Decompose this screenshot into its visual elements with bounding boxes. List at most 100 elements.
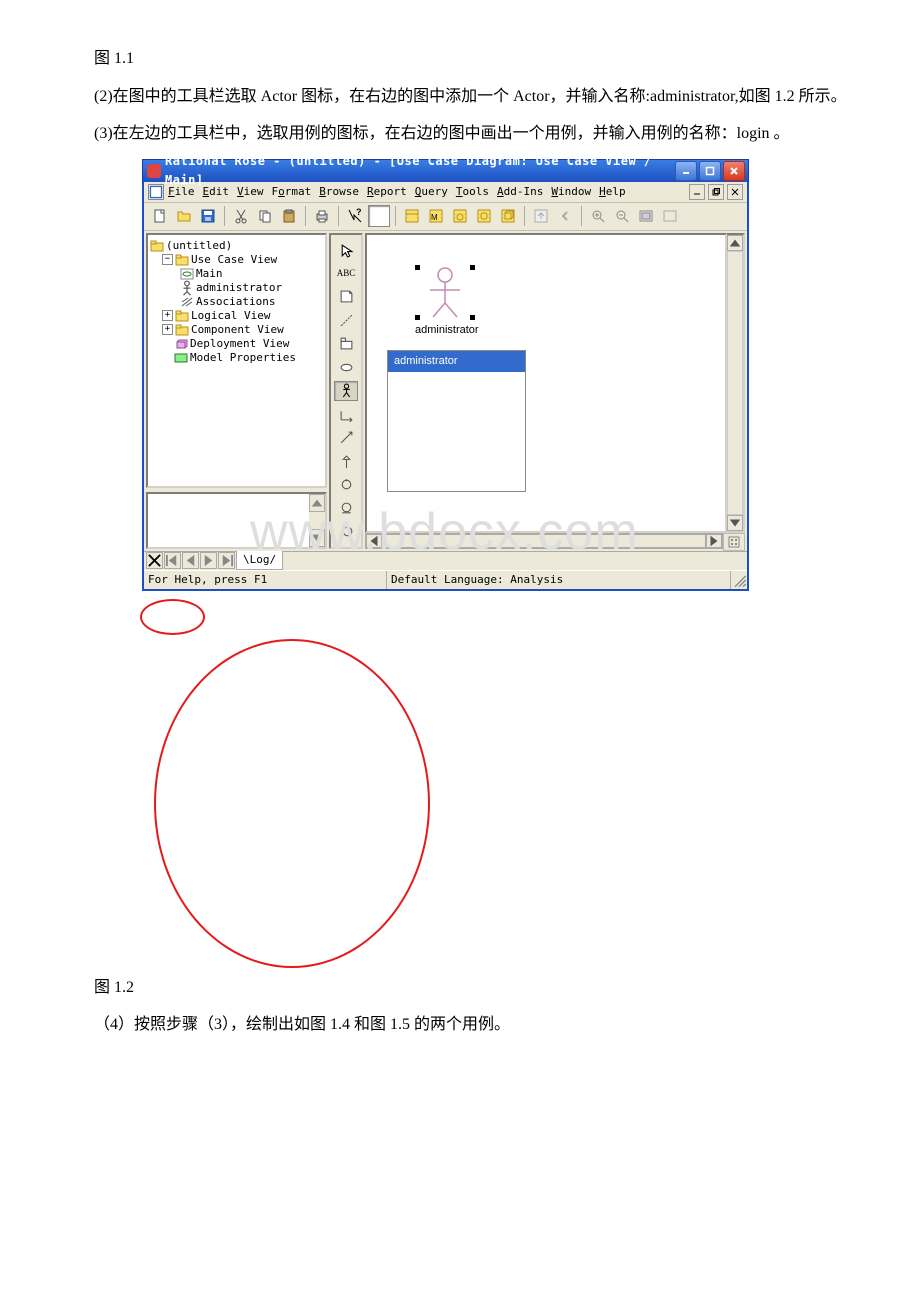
save-icon[interactable] bbox=[197, 205, 219, 227]
red-ellipse-small bbox=[140, 599, 205, 635]
control-tool-icon[interactable] bbox=[334, 521, 358, 541]
tree-use-case-view[interactable]: − Use Case View bbox=[150, 253, 323, 267]
red-ellipse-big bbox=[154, 639, 430, 968]
main-area: (untitled) − Use Case View Main administ… bbox=[144, 231, 747, 551]
undo-fit-icon[interactable] bbox=[659, 205, 681, 227]
menu-file[interactable]: File bbox=[168, 183, 195, 201]
circle-tool-icon[interactable] bbox=[334, 474, 358, 494]
fit-window-icon[interactable] bbox=[635, 205, 657, 227]
browse-interaction-icon[interactable]: M bbox=[425, 205, 447, 227]
doc-icon bbox=[148, 184, 164, 200]
window-body: File Edit View Format Browse Report Quer… bbox=[142, 182, 749, 591]
tree-deployment-view[interactable]: Deployment View bbox=[150, 337, 323, 351]
paragraph-step-2: (2)在图中的工具栏选取 Actor 图标，在右边的图中添加一个 Actor，并… bbox=[62, 84, 858, 110]
log-first-icon[interactable] bbox=[164, 552, 181, 569]
window-titlebar[interactable]: Rational Rose - (untitled) - [Use Case D… bbox=[142, 159, 749, 182]
print-icon[interactable] bbox=[311, 205, 333, 227]
menu-addins[interactable]: Add-Ins bbox=[497, 183, 543, 201]
log-next-icon[interactable] bbox=[200, 552, 217, 569]
maximize-button[interactable] bbox=[699, 161, 721, 181]
scroll-up-icon[interactable] bbox=[727, 235, 743, 251]
browse-prev-icon[interactable] bbox=[554, 205, 576, 227]
menu-window[interactable]: Window bbox=[551, 183, 591, 201]
log-tab[interactable]: \Log/ bbox=[236, 551, 283, 570]
browse-component-icon[interactable] bbox=[449, 205, 471, 227]
dependency-tool-icon[interactable] bbox=[334, 428, 358, 448]
resize-grip-icon[interactable] bbox=[731, 572, 747, 588]
zoom-in-icon[interactable] bbox=[587, 205, 609, 227]
diagram-canvas[interactable]: administrator administrator bbox=[365, 233, 727, 533]
annotation-area: www.bdocx.com bbox=[140, 599, 750, 969]
selection-box[interactable]: administrator bbox=[387, 350, 526, 492]
browse-deploy-icon[interactable] bbox=[497, 205, 519, 227]
menu-view[interactable]: View bbox=[237, 183, 264, 201]
copy-icon[interactable] bbox=[254, 205, 276, 227]
menu-query[interactable]: Query bbox=[415, 183, 448, 201]
log-last-icon[interactable] bbox=[218, 552, 235, 569]
anchor-tool-icon[interactable] bbox=[334, 310, 358, 330]
browse-class-icon[interactable] bbox=[401, 205, 423, 227]
doc-restore[interactable] bbox=[708, 184, 724, 200]
diagram-toolbox: ABC bbox=[329, 233, 363, 549]
tree-logical-view[interactable]: + Logical View bbox=[150, 309, 323, 323]
doc-minimize[interactable] bbox=[689, 184, 705, 200]
documentation-pane[interactable] bbox=[146, 492, 327, 549]
doc-scrollbar[interactable] bbox=[309, 494, 325, 547]
overview-icon[interactable] bbox=[723, 533, 745, 551]
tree-main[interactable]: Main bbox=[150, 267, 323, 281]
zoom-out-icon[interactable] bbox=[611, 205, 633, 227]
scroll-right-icon[interactable] bbox=[706, 534, 722, 548]
browser-tree[interactable]: (untitled) − Use Case View Main administ… bbox=[146, 233, 327, 488]
caption-1-1: 图 1.1 bbox=[62, 46, 858, 72]
menu-edit[interactable]: Edit bbox=[203, 183, 230, 201]
app-icon bbox=[147, 164, 161, 178]
browse-parent-icon[interactable] bbox=[530, 205, 552, 227]
svg-text:?: ? bbox=[356, 208, 362, 217]
tree-root[interactable]: (untitled) bbox=[150, 239, 323, 253]
scroll-left-icon[interactable] bbox=[366, 534, 382, 548]
select-tool-icon[interactable] bbox=[334, 240, 358, 260]
canvas-wrap: administrator administrator bbox=[365, 233, 745, 549]
actor-tool-icon[interactable] bbox=[334, 381, 358, 401]
browse-state-icon[interactable] bbox=[473, 205, 495, 227]
actor-element[interactable]: administrator bbox=[415, 265, 479, 340]
note-tool-icon[interactable] bbox=[334, 287, 358, 307]
paste-icon[interactable] bbox=[278, 205, 300, 227]
context-help-icon[interactable]: ? bbox=[344, 205, 366, 227]
rounded-tool-icon[interactable] bbox=[334, 498, 358, 518]
open-icon[interactable] bbox=[173, 205, 195, 227]
log-prev-icon[interactable] bbox=[182, 552, 199, 569]
scroll-down-icon[interactable] bbox=[727, 515, 743, 531]
log-close-icon[interactable] bbox=[146, 552, 163, 569]
tree-component-view[interactable]: + Component View bbox=[150, 323, 323, 337]
menu-tools[interactable]: Tools bbox=[456, 183, 489, 201]
scroll-up-icon[interactable] bbox=[309, 494, 325, 512]
menu-report[interactable]: Report bbox=[367, 183, 407, 201]
paragraph-step-4: （4）按照步骤（3），绘制出如图 1.4 和图 1.5 的两个用例。 bbox=[62, 1012, 858, 1038]
generalize-tool-icon[interactable] bbox=[334, 451, 358, 471]
tree-associations[interactable]: Associations bbox=[150, 295, 323, 309]
canvas-hscroll[interactable] bbox=[365, 533, 723, 549]
tree-model-properties[interactable]: Model Properties bbox=[150, 351, 323, 365]
tree-administrator[interactable]: administrator bbox=[150, 281, 323, 295]
status-lang: Default Language: Analysis bbox=[387, 571, 731, 589]
cut-icon[interactable] bbox=[230, 205, 252, 227]
caption-1-2: 图 1.2 bbox=[62, 975, 858, 1001]
scroll-down-icon[interactable] bbox=[309, 529, 325, 547]
unknown-btn[interactable] bbox=[368, 205, 390, 227]
package-tool-icon[interactable] bbox=[334, 334, 358, 354]
unidir-assoc-tool-icon[interactable] bbox=[334, 404, 358, 424]
new-icon[interactable] bbox=[149, 205, 171, 227]
close-button[interactable] bbox=[723, 161, 745, 181]
doc-close[interactable] bbox=[727, 184, 743, 200]
left-column: (untitled) − Use Case View Main administ… bbox=[144, 231, 329, 551]
menu-browse[interactable]: Browse bbox=[319, 183, 359, 201]
canvas-vscroll[interactable] bbox=[727, 233, 745, 533]
menu-help[interactable]: Help bbox=[599, 183, 626, 201]
rational-rose-screenshot: Rational Rose - (untitled) - [Use Case D… bbox=[142, 159, 749, 591]
menu-format[interactable]: Format bbox=[272, 183, 312, 201]
usecase-tool-icon[interactable] bbox=[334, 357, 358, 377]
window-buttons bbox=[675, 161, 745, 181]
minimize-button[interactable] bbox=[675, 161, 697, 181]
text-tool-icon[interactable]: ABC bbox=[334, 263, 358, 283]
